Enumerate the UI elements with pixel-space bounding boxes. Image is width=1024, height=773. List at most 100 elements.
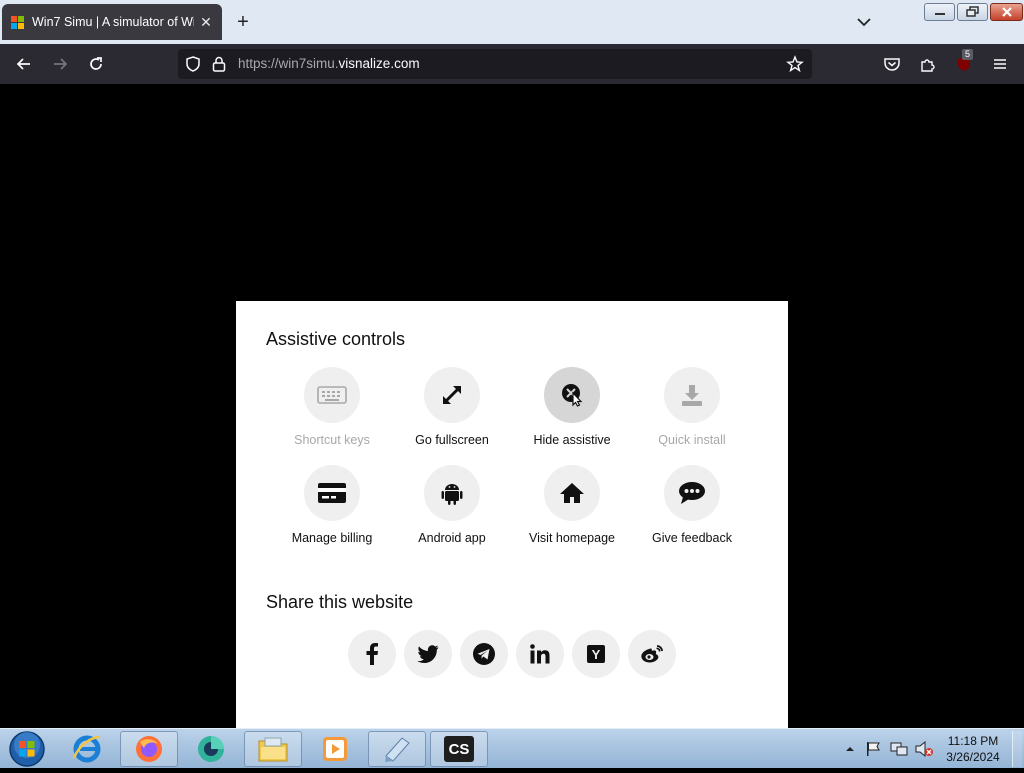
addon-badge: 5 xyxy=(962,49,974,60)
page-viewport: Assistive controls Shortcut keys Go full… xyxy=(0,84,1024,728)
close-window-button[interactable] xyxy=(990,3,1023,21)
expand-icon xyxy=(442,385,462,405)
forward-button[interactable] xyxy=(48,52,72,76)
taskbar-internet-explorer[interactable] xyxy=(58,731,116,767)
windows-orb-icon xyxy=(9,731,45,767)
url-domain: visnalize.com xyxy=(338,56,420,71)
address-bar[interactable]: https://win7simu.visnalize.com xyxy=(178,49,812,79)
share-weibo-button[interactable] xyxy=(628,630,676,678)
reload-icon xyxy=(90,57,102,70)
win7-logo-icon xyxy=(11,16,24,29)
visit-homepage-button[interactable]: Visit homepage xyxy=(512,465,632,545)
keyboard-icon xyxy=(317,386,347,404)
browser-tab-strip: Win7 Simu | A simulator of Win ✕ + xyxy=(0,0,1024,44)
tray-volume[interactable] xyxy=(914,740,934,758)
restore-button[interactable] xyxy=(957,3,988,21)
give-feedback-button[interactable]: Give feedback xyxy=(632,465,752,545)
tab-close-icon[interactable]: ✕ xyxy=(198,14,214,30)
chevron-down-icon xyxy=(857,18,871,27)
visit-homepage-label: Visit homepage xyxy=(529,531,615,545)
start-button[interactable] xyxy=(6,730,48,768)
lock-icon[interactable] xyxy=(211,55,227,73)
notepad-icon xyxy=(385,737,410,762)
shortcut-keys-button[interactable]: Shortcut keys xyxy=(272,367,392,447)
pocket-button[interactable] xyxy=(880,52,904,76)
manage-billing-label: Manage billing xyxy=(291,531,373,545)
menu-button[interactable] xyxy=(988,52,1012,76)
url-prefix: https://win7simu. xyxy=(238,56,339,71)
cs-app-icon: CS xyxy=(444,736,474,762)
go-fullscreen-button[interactable]: Go fullscreen xyxy=(392,367,512,447)
minimize-button[interactable] xyxy=(924,3,955,21)
twitter-icon xyxy=(417,645,439,663)
tray-network[interactable] xyxy=(889,740,909,758)
back-button[interactable] xyxy=(12,52,36,76)
show-desktop-button[interactable] xyxy=(1012,731,1022,767)
hamburger-icon xyxy=(994,59,1006,69)
taskbar: CS 11:18 PM 3/26/2024 xyxy=(0,728,1024,768)
facebook-icon xyxy=(366,643,378,665)
new-tab-button[interactable]: + xyxy=(232,12,254,34)
quick-install-button[interactable]: Quick install xyxy=(632,367,752,447)
shield-icon[interactable] xyxy=(184,55,202,73)
arrow-right-icon xyxy=(54,58,68,70)
hide-assistive-label: Hide assistive xyxy=(533,433,611,447)
taskbar-cs-app[interactable]: CS xyxy=(430,731,488,767)
internet-explorer-icon xyxy=(72,735,101,763)
taskbar-media-player[interactable] xyxy=(306,731,364,767)
telegram-icon xyxy=(473,643,495,665)
minimize-icon xyxy=(934,13,945,15)
give-feedback-label: Give feedback xyxy=(652,531,732,545)
weibo-icon xyxy=(641,645,663,663)
browser-tab[interactable]: Win7 Simu | A simulator of Win ✕ xyxy=(2,4,222,40)
share-telegram-button[interactable] xyxy=(460,630,508,678)
manage-billing-button[interactable]: Manage billing xyxy=(272,465,392,545)
android-icon xyxy=(441,484,463,505)
cs-app-label: CS xyxy=(448,740,470,758)
linkedin-icon xyxy=(530,644,550,664)
hacker-news-glyph: Y xyxy=(592,647,601,662)
bookmark-star-icon[interactable] xyxy=(786,55,804,73)
share-hacker-news-button[interactable]: Y xyxy=(572,630,620,678)
extensions-button[interactable] xyxy=(916,52,940,76)
quick-install-label: Quick install xyxy=(658,433,726,447)
window-controls xyxy=(924,3,1023,21)
taskbar-app[interactable] xyxy=(182,731,240,767)
taskbar-file-explorer[interactable] xyxy=(244,731,302,767)
android-app-label: Android app xyxy=(418,531,486,545)
firefox-icon xyxy=(136,736,162,762)
volume-muted-icon xyxy=(915,740,933,758)
taskbar-firefox[interactable] xyxy=(120,731,178,767)
puzzle-icon xyxy=(921,59,935,72)
app-icon xyxy=(198,736,224,762)
android-app-circle xyxy=(424,465,480,521)
restore-icon xyxy=(965,6,979,17)
reload-button[interactable] xyxy=(84,52,108,76)
quick-install-circle xyxy=(664,367,720,423)
assistive-panel: Assistive controls Shortcut keys Go full… xyxy=(236,301,788,728)
ublock-button[interactable]: 5 xyxy=(952,49,976,76)
tray-action-center[interactable] xyxy=(864,740,882,758)
pocket-icon xyxy=(884,58,900,71)
clock-time: 11:18 PM xyxy=(947,734,999,748)
taskbar-clock[interactable]: 11:18 PM 3/26/2024 xyxy=(938,733,1008,765)
go-fullscreen-circle xyxy=(424,367,480,423)
tray-overflow-button[interactable] xyxy=(842,741,858,757)
shortcut-keys-label: Shortcut keys xyxy=(294,433,370,447)
taskbar-notepad[interactable] xyxy=(368,731,426,767)
android-app-button[interactable]: Android app xyxy=(392,465,512,545)
chat-bubble-icon xyxy=(679,482,705,504)
credit-card-icon xyxy=(318,483,346,503)
close-icon xyxy=(1001,7,1012,17)
hide-assistive-button[interactable]: Hide assistive xyxy=(512,367,632,447)
url-text[interactable]: https://win7simu.visnalize.com xyxy=(238,56,420,71)
assistive-controls-heading: Assistive controls xyxy=(266,329,406,349)
tab-title: Win7 Simu | A simulator of Win xyxy=(32,15,194,29)
share-twitter-button[interactable] xyxy=(404,630,452,678)
list-tabs-button[interactable] xyxy=(852,12,876,32)
share-facebook-button[interactable] xyxy=(348,630,396,678)
share-linkedin-button[interactable] xyxy=(516,630,564,678)
hide-assistive-circle xyxy=(544,367,600,423)
give-feedback-circle xyxy=(664,465,720,521)
chevron-up-icon xyxy=(846,747,854,751)
